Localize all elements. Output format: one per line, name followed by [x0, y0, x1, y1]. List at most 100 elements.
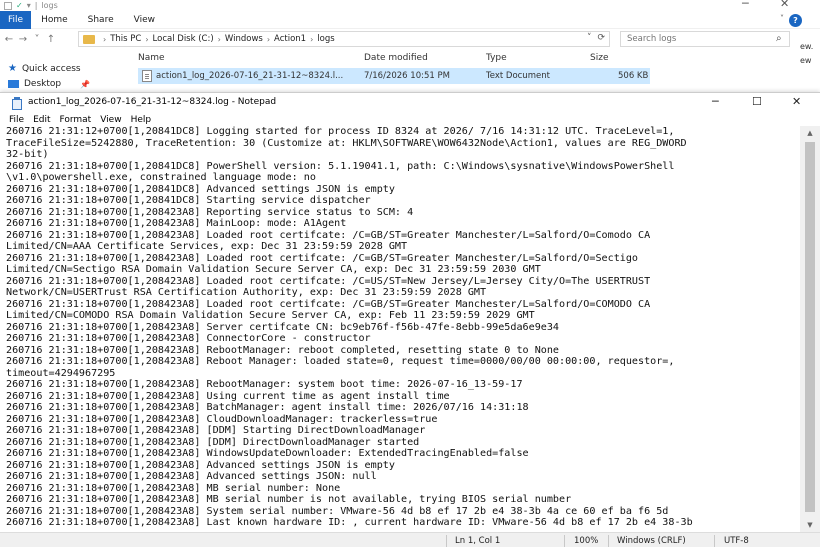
log-line: 260716 21:31:18+0700[1,208423A8] Using c… — [6, 390, 450, 402]
breadcrumb-this-pc[interactable]: This PC — [110, 34, 141, 44]
log-line: \v1.0\powershell.exe, constrained langua… — [6, 172, 316, 183]
sidebar-item-label: Desktop — [24, 79, 62, 89]
explorer-minimize-icon[interactable]: ─ — [742, 0, 749, 10]
status-bar: Ln 1, Col 1 100% Windows (CRLF) UTF-8 — [0, 532, 820, 547]
file-type: Text Document — [486, 71, 550, 81]
log-line: 32-bit) — [6, 149, 49, 160]
menu-file[interactable]: File — [9, 115, 24, 125]
help-icon[interactable]: ? — [789, 14, 802, 27]
quick-access-toolbar: ✓ ▾ | — [0, 1, 37, 10]
vertical-scrollbar[interactable]: ▲ ▼ — [800, 126, 820, 532]
checkmark-icon[interactable]: ✓ — [16, 1, 23, 10]
notepad-title: action1_log_2026-07-16_21-31-12~8324.log… — [28, 97, 277, 107]
notepad-window: action1_log_2026-07-16_21-31-12~8324.log… — [0, 92, 820, 547]
star-icon: ★ — [8, 63, 17, 74]
address-controls: ˅ ⟳ — [587, 33, 605, 43]
file-row-selected[interactable]: action1_log_2026-07-16_21-31-12~8324.l..… — [138, 68, 650, 84]
text-editor[interactable]: 260716 21:31:12+0700[1,20841DC8] Logging… — [4, 126, 798, 532]
log-line: 260716 21:31:18+0700[1,208423A8] RebootM… — [6, 379, 523, 390]
menu-format[interactable]: Format — [60, 115, 92, 125]
cursor-position: Ln 1, Col 1 — [455, 536, 501, 546]
log-line: 260716 21:31:18+0700[1,208423A8] Loaded … — [6, 275, 651, 287]
column-header-size[interactable]: Size — [590, 53, 608, 63]
notepad-app-icon[interactable] — [12, 97, 22, 110]
log-line: Limited/CN=Sectigo RSA Domain Validation… — [6, 264, 541, 275]
recent-locations-icon[interactable]: ˅ — [30, 34, 44, 45]
chevron-right-icon: › — [217, 34, 221, 44]
up-arrow-icon[interactable]: ↑ — [44, 34, 58, 45]
breadcrumb-windows[interactable]: Windows — [225, 34, 263, 44]
status-divider — [446, 535, 447, 547]
file-size: 506 KB — [618, 71, 649, 81]
back-arrow-icon[interactable]: ← — [2, 34, 16, 45]
ribbon-tab-file[interactable]: File — [0, 10, 32, 29]
breadcrumb-logs[interactable]: logs — [317, 34, 334, 44]
search-input[interactable] — [620, 31, 790, 47]
log-line: 260716 21:31:18+0700[1,208423A8] RebootM… — [6, 344, 560, 356]
minimize-icon[interactable]: ─ — [712, 95, 719, 108]
log-line: 260716 21:31:12+0700[1,20841DC8] Logging… — [6, 126, 675, 137]
column-header-name[interactable]: Name — [138, 53, 165, 63]
explorer-title: logs — [41, 1, 58, 10]
log-line: 260716 21:31:18+0700[1,208423A8] Advance… — [6, 471, 377, 482]
breadcrumb-action1[interactable]: Action1 — [274, 34, 306, 44]
notepad-titlebar[interactable]: action1_log_2026-07-16_21-31-12~8324.log… — [0, 93, 820, 114]
address-bar[interactable]: › This PC › Local Disk (C:) › Windows › … — [78, 31, 610, 47]
log-line: 260716 21:31:18+0700[1,20841DC8] Advance… — [6, 183, 395, 195]
log-line: 260716 21:31:18+0700[1,208423A8] Last kn… — [6, 517, 693, 528]
desktop-icon — [8, 80, 19, 88]
ribbon-tab-view[interactable]: View — [124, 11, 165, 29]
file-date: 7/16/2026 10:51 PM — [364, 71, 450, 81]
chevron-right-icon: › — [145, 34, 149, 44]
explorer-titlebar: ✓ ▾ | logs ─ ✕ — [0, 0, 820, 11]
chevron-right-icon: › — [103, 34, 107, 44]
offscreen-text: ew — [800, 56, 812, 65]
close-icon[interactable]: ✕ — [792, 95, 801, 108]
scrollbar-thumb[interactable] — [805, 142, 815, 512]
menu-edit[interactable]: Edit — [33, 115, 50, 125]
log-line: 260716 21:31:18+0700[1,20841DC8] Startin… — [6, 195, 371, 206]
file-list-header: Name Date modified Type Size — [138, 50, 668, 66]
scroll-down-icon[interactable]: ▼ — [800, 518, 820, 532]
search-icon[interactable]: ⌕ — [776, 33, 782, 44]
menu-help[interactable]: Help — [131, 115, 152, 125]
pin-icon: 📌 — [80, 79, 91, 89]
log-line: Limited/CN=AAA Certificate Services, exp… — [6, 241, 408, 252]
status-divider — [608, 535, 609, 547]
log-line: 260716 21:31:18+0700[1,208423A8] Windows… — [6, 448, 529, 459]
breadcrumb-local-disk[interactable]: Local Disk (C:) — [153, 34, 214, 44]
explorer-ribbon: File Home Share View ˅ ? — [0, 10, 820, 29]
log-line: 260716 21:31:18+0700[1,208423A8] Connect… — [6, 333, 371, 344]
scroll-up-icon[interactable]: ▲ — [800, 126, 820, 140]
ribbon-tab-home[interactable]: Home — [31, 11, 78, 29]
file-name: action1_log_2026-07-16_21-31-12~8324.l..… — [156, 71, 344, 81]
log-line: 260716 21:31:18+0700[1,208423A8] Loaded … — [6, 229, 651, 241]
offscreen-text: ew. — [800, 42, 814, 51]
log-line: Network/CN=USERTrust RSA Certification A… — [6, 287, 487, 298]
address-dropdown-icon[interactable]: ˅ — [587, 33, 592, 43]
column-header-date[interactable]: Date modified — [364, 53, 428, 63]
log-line: TraceFileSize=5242880, TraceRetention: 3… — [6, 137, 687, 149]
refresh-icon[interactable]: ⟳ — [597, 33, 605, 43]
ribbon-tab-share[interactable]: Share — [78, 11, 124, 29]
encoding: UTF-8 — [724, 536, 749, 546]
sidebar-item-quick-access[interactable]: ★ Quick access — [8, 63, 81, 74]
log-line: 260716 21:31:18+0700[1,208423A8] MB seri… — [6, 482, 341, 494]
sidebar-item-desktop[interactable]: Desktop 📌 — [8, 79, 90, 89]
notepad-menubar: File Edit Format View Help — [0, 114, 820, 126]
explorer-close-icon[interactable]: ✕ — [780, 0, 789, 10]
column-header-type[interactable]: Type — [486, 53, 507, 63]
ribbon-expand-icon[interactable]: ˅ — [780, 14, 784, 23]
quick-access-icon[interactable] — [4, 1, 12, 10]
log-line: 260716 21:31:18+0700[1,208423A8] MB seri… — [6, 494, 572, 505]
menu-view[interactable]: View — [100, 115, 121, 125]
forward-arrow-icon[interactable]: → — [16, 34, 30, 45]
maximize-icon[interactable]: ☐ — [752, 95, 762, 108]
dropdown-icon[interactable]: ▾ — [27, 1, 31, 10]
sidebar-item-label: Quick access — [21, 63, 81, 74]
status-divider — [714, 535, 715, 547]
log-line: 260716 21:31:18+0700[1,208423A8] CloudDo… — [6, 413, 438, 425]
chevron-right-icon: › — [310, 34, 314, 44]
log-line: 260716 21:31:18+0700[1,208423A8] MainLoo… — [6, 218, 347, 229]
title-separator: | — [34, 1, 38, 10]
